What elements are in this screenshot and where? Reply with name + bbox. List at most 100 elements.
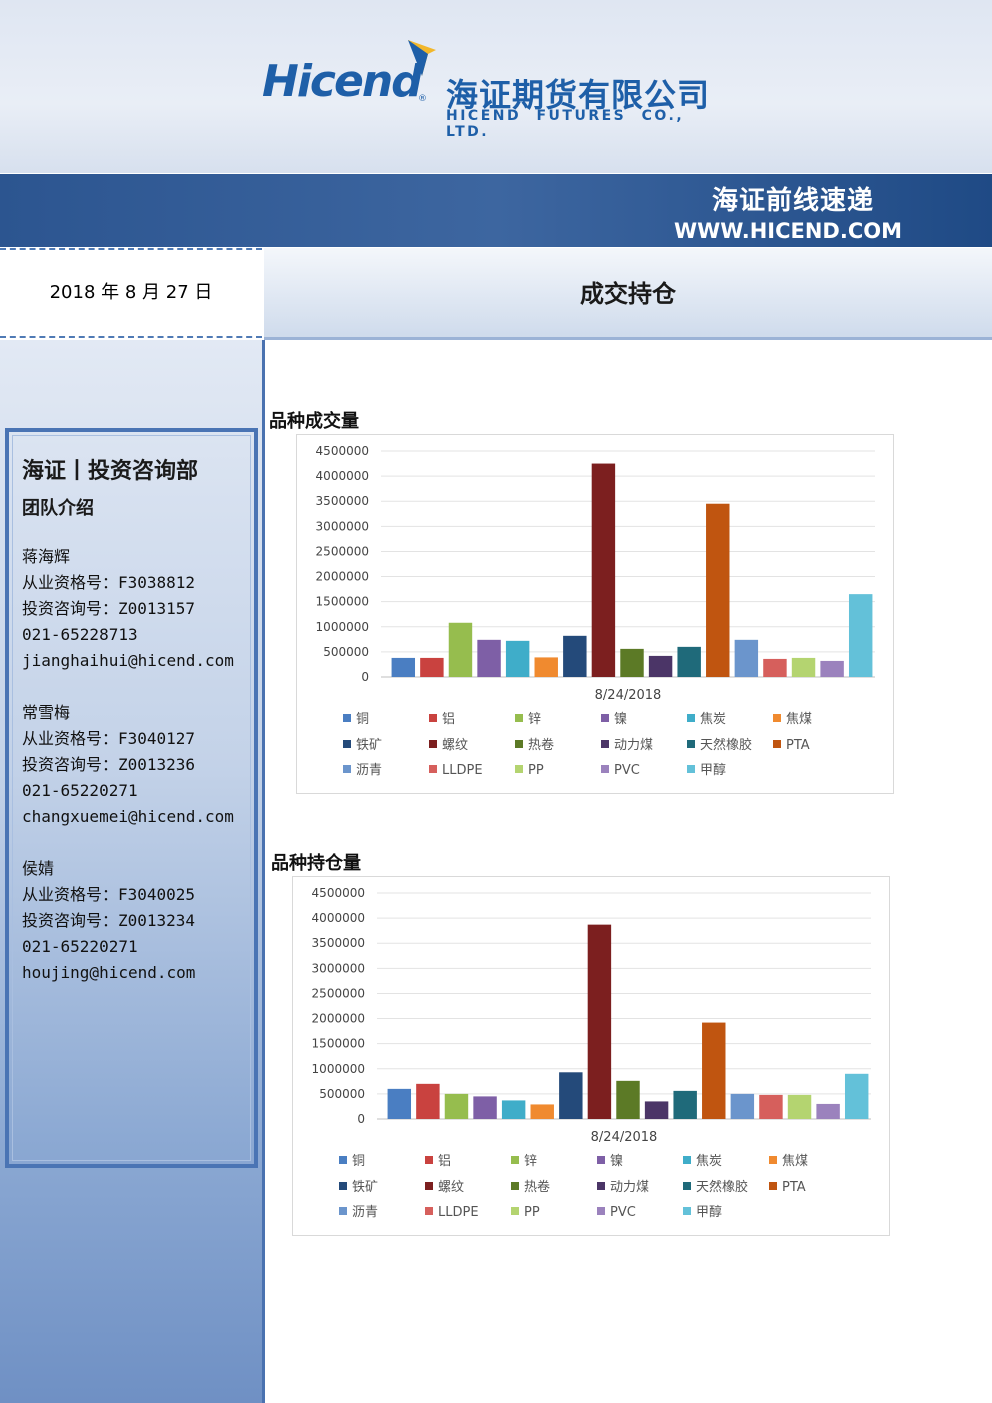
legend-swatch	[683, 1182, 691, 1190]
bar-甲醇	[848, 594, 873, 677]
bar-PP	[791, 657, 816, 677]
legend-swatch	[339, 1156, 347, 1164]
bar-铝	[416, 1083, 440, 1119]
legend-label: 螺纹	[442, 738, 468, 753]
legend-swatch	[425, 1156, 433, 1164]
page-title: 成交持仓	[264, 248, 992, 340]
member-consult-no: 投资咨询号：Z0013236	[22, 755, 196, 774]
member-consult-no: 投资咨询号：Z0013157	[22, 599, 196, 618]
bar-天然橡胶	[673, 1090, 697, 1119]
bar-螺纹	[591, 463, 616, 677]
chart-frame-open-interest: 0 500000 1000000 1500000 2000000 2500000 30000…	[292, 876, 890, 1236]
legend-label: 沥青	[352, 1205, 378, 1220]
bar-热卷	[620, 648, 644, 677]
member-qualification: 从业资格号：F3040025	[22, 885, 196, 904]
company-logo: Hicend ® 海证期货有限公司 HICEND FUTURES CO., LT…	[262, 36, 732, 140]
bar-焦煤	[530, 1104, 554, 1119]
bar-螺纹	[587, 924, 612, 1119]
bar-PTA	[702, 1022, 726, 1119]
legend-label: 铁矿	[356, 738, 382, 753]
member-email[interactable]: houjing@hicend.com	[22, 960, 195, 986]
legend-swatch	[601, 765, 609, 773]
legend-swatch	[769, 1156, 777, 1164]
member-name: 侯婧	[22, 859, 55, 878]
registered-mark: ®	[418, 94, 427, 104]
bar-锌	[444, 1093, 469, 1119]
legend-label: 铝	[442, 712, 455, 727]
bar-锌	[448, 622, 473, 677]
y-tick-label: 1000000	[316, 620, 369, 634]
legend-swatch	[773, 714, 781, 722]
legend-swatch	[773, 740, 781, 748]
column-divider	[262, 340, 265, 1403]
team-member: 常雪梅 从业资格号：F3040127 投资咨询号：Z0013236 021-65…	[22, 700, 234, 830]
legend-swatch	[683, 1207, 691, 1215]
bar-铜	[387, 1088, 412, 1119]
report-date: 2018 年 8 月 27 日	[0, 248, 262, 338]
member-email[interactable]: changxuemei@hicend.com	[22, 804, 234, 830]
legend-swatch	[683, 1156, 691, 1164]
member-qualification: 从业资格号：F3040127	[22, 729, 196, 748]
member-phone: 021-65220271	[22, 937, 138, 956]
legend-swatch	[515, 765, 523, 773]
legend-label: 锌	[528, 712, 541, 727]
legend-swatch	[597, 1207, 605, 1215]
member-email[interactable]: jianghaihui@hicend.com	[22, 648, 234, 674]
team-member: 蒋海辉 从业资格号：F3038812 投资咨询号：Z0013157 021-65…	[22, 544, 234, 674]
legend-swatch	[687, 714, 695, 722]
legend-swatch	[511, 1207, 519, 1215]
legend-swatch	[425, 1207, 433, 1215]
team-heading: 海证丨投资咨询部	[22, 459, 199, 484]
legend-label: 热卷	[528, 737, 554, 753]
member-consult-no: 投资咨询号：Z0013234	[22, 911, 196, 930]
legend-label: PVC	[614, 763, 640, 778]
legend-label: PTA	[786, 738, 810, 753]
x-category-label: 8/24/2018	[591, 1130, 658, 1145]
legend-label: 热卷	[524, 1179, 550, 1195]
y-tick-label: 1500000	[312, 1037, 365, 1051]
bar-镍	[477, 639, 501, 677]
y-tick-label: 0	[357, 1112, 365, 1126]
bar-动力煤	[648, 655, 673, 677]
legend-label: 铝	[438, 1154, 451, 1169]
legend-swatch	[601, 740, 609, 748]
bar-热卷	[616, 1080, 640, 1119]
y-tick-label: 3500000	[312, 936, 365, 950]
legend-label: 铜	[352, 1154, 365, 1169]
y-tick-label: 500000	[319, 1087, 365, 1101]
y-tick-label: 4500000	[312, 886, 365, 900]
legend-swatch	[601, 714, 609, 722]
logo-english: Hicend	[262, 56, 423, 107]
y-tick-label: 2000000	[316, 570, 369, 584]
legend-swatch	[343, 765, 351, 773]
member-phone: 021-65228713	[22, 625, 138, 644]
legend-swatch	[515, 714, 523, 722]
legend-label: LLDPE	[442, 763, 483, 778]
legend-swatch	[597, 1182, 605, 1190]
y-tick-label: 3000000	[312, 961, 365, 975]
legend-label: 镍	[614, 712, 627, 727]
band-title: 海证前线速递	[711, 186, 874, 216]
legend-swatch	[339, 1207, 347, 1215]
bar-铁矿	[559, 1072, 583, 1119]
y-tick-label: 3000000	[316, 519, 369, 533]
legend-label: PP	[524, 1205, 540, 1220]
chart-title-open-interest: 品种持仓量	[271, 853, 361, 874]
legend-label: 动力煤	[610, 1180, 649, 1195]
legend-label: 天然橡胶	[700, 737, 752, 753]
y-tick-label: 0	[361, 670, 369, 684]
legend-swatch	[429, 740, 437, 748]
y-tick-label: 4500000	[316, 444, 369, 458]
chart-frame-volume: 0 500000 1000000 1500000 2000000 2500000 30000…	[296, 434, 894, 794]
website-link[interactable]: WWW.HICEND.COM	[674, 219, 902, 243]
legend-label: 锌	[524, 1154, 537, 1169]
member-name: 蒋海辉	[22, 547, 71, 566]
bar-铁矿	[563, 635, 587, 677]
legend-swatch	[343, 740, 351, 748]
bar-PVC	[820, 660, 844, 677]
legend-label: 镍	[610, 1154, 623, 1169]
bar-沥青	[730, 1093, 755, 1119]
bar-焦炭	[505, 640, 530, 677]
legend-label: 甲醇	[700, 762, 726, 778]
y-tick-label: 2000000	[312, 1012, 365, 1026]
